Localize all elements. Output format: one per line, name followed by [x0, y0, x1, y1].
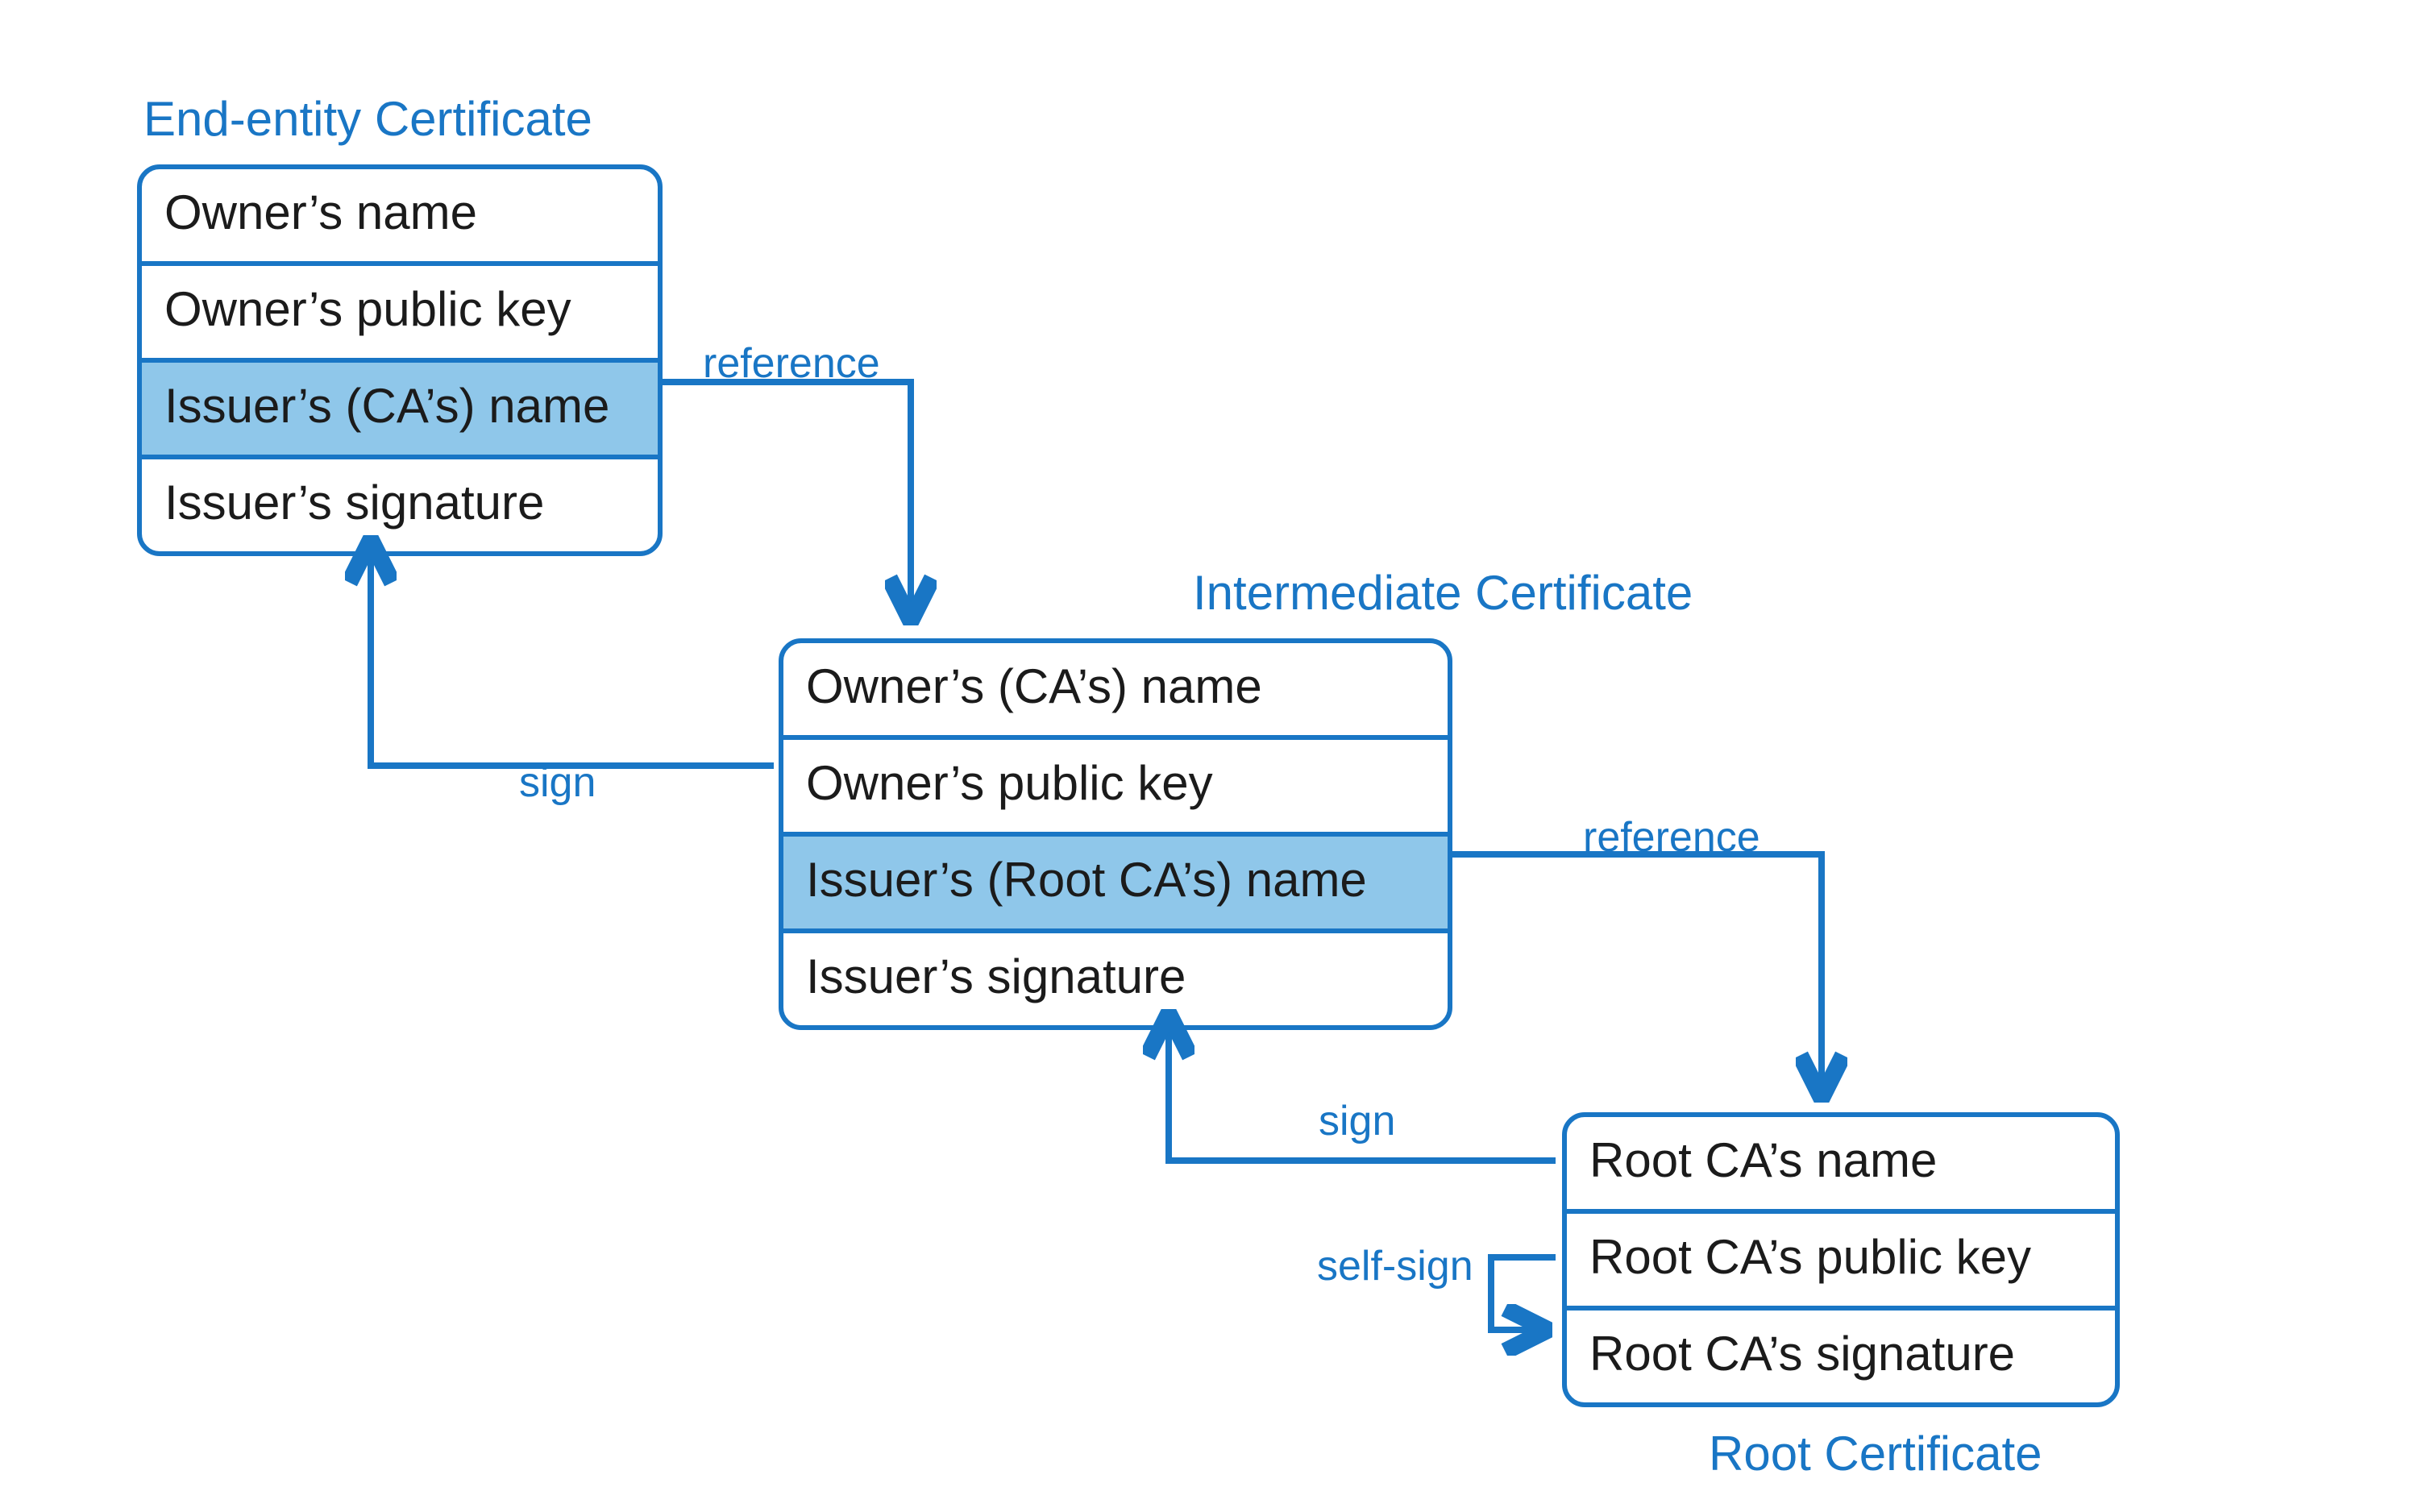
root-certificate: Root CA’s name Root CA’s public key Root… — [1562, 1112, 2120, 1407]
edge-label-reference-1: reference — [703, 339, 880, 388]
intermediate-certificate: Owner’s (CA’s) name Owner’s public key I… — [779, 638, 1452, 1030]
end-entity-row-owner-key: Owner’s public key — [142, 261, 658, 358]
root-row-signature: Root CA’s signature — [1567, 1306, 2115, 1402]
end-entity-certificate: Owner’s name Owner’s public key Issuer’s… — [137, 164, 663, 556]
arrow-reference-1 — [661, 382, 911, 613]
intermediate-row-issuer-signature: Issuer’s signature — [783, 928, 1448, 1025]
edge-label-self-sign: self-sign — [1317, 1241, 1473, 1291]
root-row-key: Root CA’s public key — [1567, 1209, 2115, 1306]
end-entity-title: End-entity Certificate — [143, 93, 592, 148]
end-entity-row-owner-name: Owner’s name — [142, 169, 658, 261]
arrow-reference-2 — [1451, 854, 1822, 1090]
intermediate-title: Intermediate Certificate — [1193, 567, 1693, 622]
edge-label-sign-1: sign — [519, 758, 596, 808]
root-row-name: Root CA’s name — [1567, 1117, 2115, 1209]
end-entity-row-issuer-signature: Issuer’s signature — [142, 455, 658, 551]
end-entity-row-issuer-name: Issuer’s (CA’s) name — [142, 358, 658, 455]
edge-label-reference-2: reference — [1583, 812, 1760, 862]
root-title: Root Certificate — [1709, 1428, 2042, 1483]
intermediate-row-owner-name: Owner’s (CA’s) name — [783, 643, 1448, 735]
arrow-sign-1 — [371, 548, 774, 766]
intermediate-row-owner-key: Owner’s public key — [783, 735, 1448, 832]
edge-label-sign-2: sign — [1319, 1096, 1395, 1146]
arrow-self-sign — [1491, 1257, 1556, 1330]
intermediate-row-issuer-name: Issuer’s (Root CA’s) name — [783, 832, 1448, 928]
